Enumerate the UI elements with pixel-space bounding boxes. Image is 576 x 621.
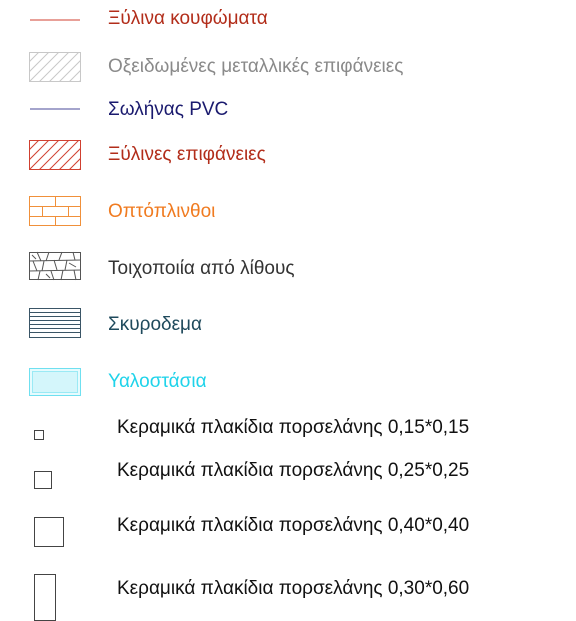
legend-label-oxidized-metal: Οξειδωμένες μεταλλικές επιφάνειες [108,56,404,77]
oxidized-metal-hatch-symbol [29,52,81,82]
wooden-frames-line-symbol [30,19,80,21]
legend-label-pvc-pipe: Σωλήνας PVC [108,99,229,120]
legend-label-concrete: Σκυροδεμα [108,314,202,335]
legend-label-bricks: Οπτόπλινθοι [108,201,216,222]
legend-label-wooden-surfaces: Ξύλινες επιφάνειες [108,144,266,165]
tile-0-25-square-symbol [34,471,52,489]
tile-0-15-square-symbol [34,430,44,440]
concrete-horizontal-lines-symbol [29,308,81,338]
legend-label-glazing: Υαλοστάσια [108,371,207,392]
wooden-surfaces-hatch-symbol [29,140,81,170]
pvc-pipe-line-symbol [30,108,80,110]
bricks-symbol [29,196,81,226]
legend-label-tile-0-40: Κεραμικά πλακίδια πορσελάνης 0,40*0,40 [117,515,470,536]
legend-label-tile-0-30x0-60: Κεραμικά πλακίδια πορσελάνης 0,30*0,60 [117,578,470,599]
tile-0-30x0-60-rectangle-symbol [34,574,56,621]
tile-0-40-square-symbol [34,517,64,547]
legend-label-stone-masonry: Τοιχοποιία από λίθους [108,258,295,279]
stone-masonry-symbol [28,251,82,281]
legend-label-tile-0-15: Κεραμικά πλακίδια πορσελάνης 0,15*0,15 [117,417,470,438]
glazing-symbol [29,368,81,396]
legend-label-wooden-frames: Ξύλινα κουφώματα [108,8,268,29]
material-legend: Ξύλινα κουφώματα Οξειδωμένες μεταλλικές … [0,0,576,621]
legend-label-tile-0-25: Κεραμικά πλακίδια πορσελάνης 0,25*0,25 [117,460,470,481]
